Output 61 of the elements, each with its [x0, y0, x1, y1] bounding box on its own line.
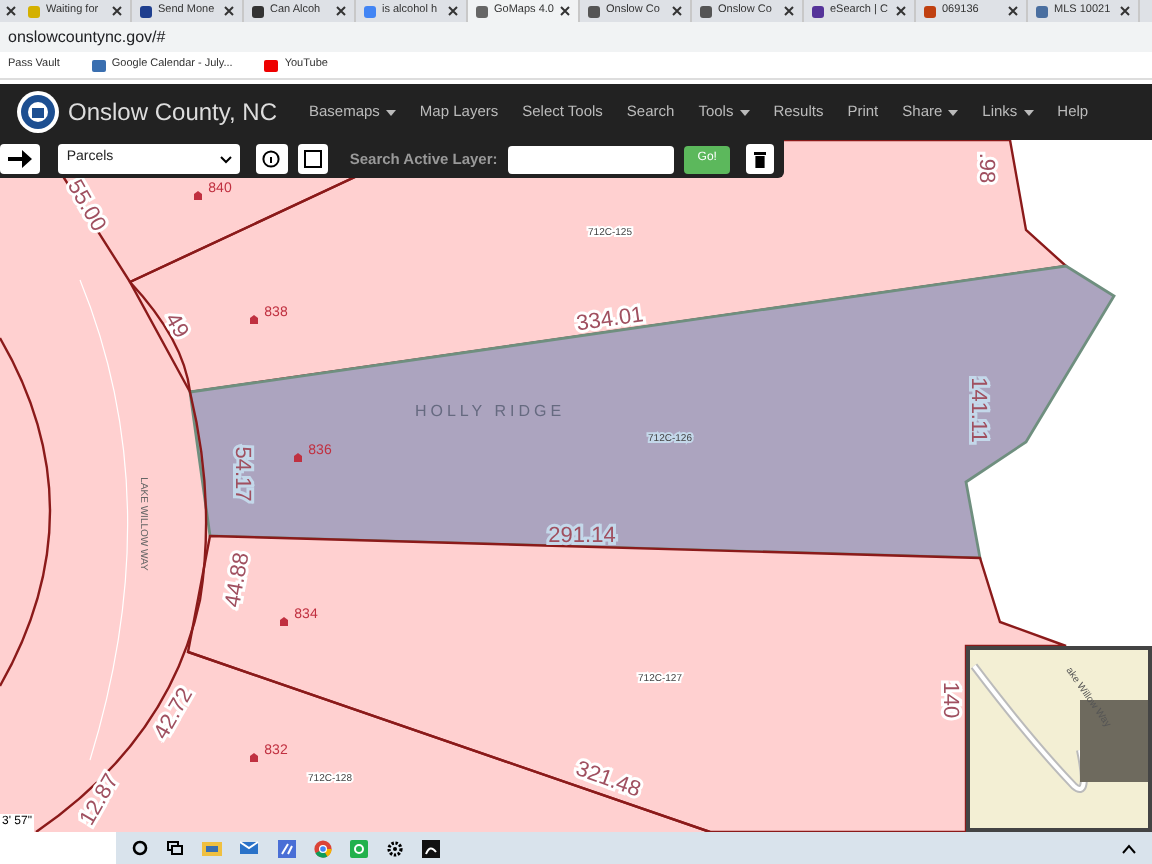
select-box-button[interactable] [297, 144, 328, 174]
close-icon[interactable] [672, 6, 682, 16]
address-marker [280, 617, 288, 626]
chrome-icon[interactable] [314, 839, 332, 857]
county-seal-icon [16, 90, 60, 134]
search-input[interactable] [507, 145, 674, 173]
close-icon[interactable] [560, 6, 570, 16]
app-title: Onslow County, NC [68, 96, 277, 130]
close-icon[interactable] [448, 6, 458, 16]
favicon-icon [700, 5, 712, 17]
lot-dimension-label: 54.17 [230, 446, 255, 502]
trash-icon [754, 151, 767, 167]
favicon-icon [812, 5, 824, 17]
address-marker [250, 753, 258, 762]
identify-button[interactable] [256, 144, 288, 174]
info-icon [262, 150, 281, 168]
clear-button[interactable] [746, 144, 774, 174]
folder-icon[interactable] [202, 840, 222, 856]
favicon-icon [140, 5, 152, 17]
favicon-icon [1036, 5, 1048, 17]
lot-dimension-label: 49 [159, 309, 193, 343]
address-marker [194, 191, 202, 200]
ring-app-icon[interactable] [350, 839, 368, 857]
favicon-icon [588, 5, 600, 17]
close-icon[interactable] [112, 6, 122, 16]
lot-dimension-label: 44.88 [221, 550, 255, 610]
mail-icon[interactable] [240, 840, 260, 856]
address-bar-url[interactable]: onslowcountync.gov/# [8, 25, 166, 49]
lot-dimension-label: 321.48 [572, 757, 644, 803]
address-marker [294, 453, 302, 462]
close-icon[interactable] [784, 6, 794, 16]
pdf-app-icon[interactable] [422, 839, 440, 857]
close-icon[interactable] [336, 6, 346, 16]
close-icon[interactable] [1120, 6, 1130, 16]
chevron-up-icon[interactable] [1122, 843, 1136, 853]
bookmark-icon [91, 59, 106, 71]
favicon-icon [28, 5, 40, 17]
forward-button[interactable] [0, 144, 41, 174]
lot-dimension-label: 141.11 [966, 377, 991, 443]
favicon-icon [924, 5, 936, 17]
lot-dimension-label: 140 [938, 681, 963, 719]
close-icon[interactable] [224, 6, 234, 16]
address-marker [250, 315, 258, 324]
cortana-circle-icon[interactable] [132, 840, 148, 856]
subdivision-label: HOLLY RIDGE [414, 402, 566, 421]
slash-app-icon[interactable] [278, 839, 296, 857]
right-arrow-icon [8, 150, 33, 168]
chevron-down-icon [220, 155, 233, 163]
lot-dimension-label: 291.14 [548, 523, 616, 548]
bookmark-icon [264, 59, 279, 71]
favicon-icon [252, 5, 264, 17]
favicon-icon [476, 5, 488, 17]
close-icon[interactable] [1008, 6, 1018, 16]
square-icon [303, 150, 322, 168]
close-icon[interactable] [896, 6, 906, 16]
task-view-icon[interactable] [166, 840, 184, 856]
lot-dimension-label: .98 [974, 152, 999, 184]
close-icon[interactable] [5, 6, 15, 16]
lot-dimension-label: 334.01 [575, 303, 645, 337]
settings-icon[interactable] [386, 839, 404, 857]
favicon-icon [364, 5, 376, 17]
